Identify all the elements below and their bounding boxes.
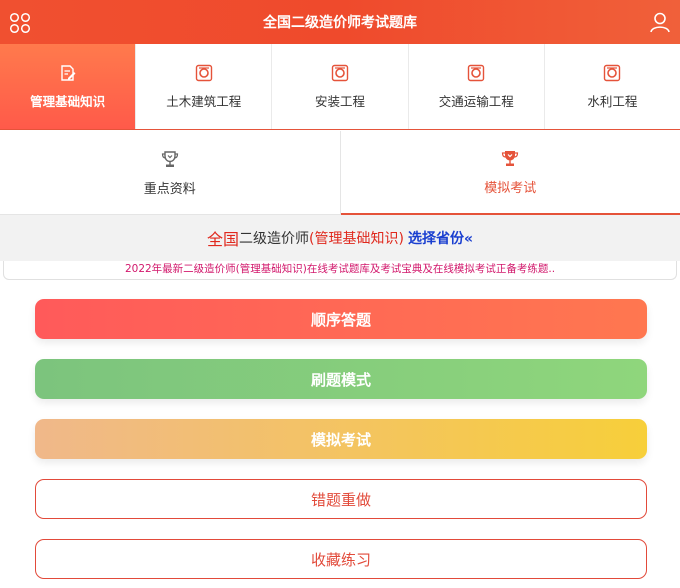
tab-installation[interactable]: 安装工程 [272, 44, 409, 129]
tab-water-conservancy[interactable]: 水利工程 [545, 44, 680, 129]
tab-label: 土木建筑工程 [166, 93, 242, 109]
page-title: 全国二级造价师考试题库 [263, 15, 417, 31]
tab-label: 安装工程 [315, 93, 366, 109]
tab-label: 重点资料 [143, 181, 196, 197]
tab-mock-exam[interactable]: 模拟考试 [340, 131, 680, 215]
choose-province-link[interactable]: 选择省份« [408, 228, 473, 248]
practice-mode-button[interactable]: 刷题模式 [35, 359, 647, 399]
tab-label: 管理基础知识 [30, 93, 106, 109]
top-header: 全国二级造价师考试题库 [0, 0, 680, 44]
tab-label: 模拟考试 [484, 181, 537, 196]
grid-menu-icon[interactable] [9, 12, 31, 34]
favorites-practice-button[interactable]: 收藏练习 [35, 539, 647, 579]
trophy-icon [502, 151, 519, 166]
tab-civil-engineering[interactable]: 土木建筑工程 [136, 44, 273, 129]
exam-subject: (管理基础知识) [309, 231, 404, 247]
exam-scope: 全国 [207, 230, 240, 249]
exam-name: 二级造价师 [239, 231, 310, 247]
trophy-icon [161, 150, 178, 167]
sequential-answer-button[interactable]: 顺序答题 [35, 299, 647, 339]
tab-management-basics[interactable]: 管理基础知识 [0, 44, 137, 129]
record-icon [195, 64, 212, 81]
record-icon [468, 64, 485, 81]
mock-exam-button[interactable]: 模拟考试 [35, 419, 647, 459]
mode-tabs: 重点资料 模拟考试 [0, 131, 680, 215]
notice-text: 2022年最新二级造价师(管理基础知识)在线考试题库及考试宝典及在线模拟考试正备… [3, 261, 677, 280]
redo-wrong-button[interactable]: 错题重做 [35, 479, 647, 519]
subject-tabs: 管理基础知识 土木建筑工程 安装工程 交通运输工程 水利工程 [0, 44, 680, 130]
exam-title-bar: 全国 二级造价师 (管理基础知识) 选择省份« [0, 215, 680, 261]
edit-document-icon [60, 64, 76, 81]
tab-transportation[interactable]: 交通运输工程 [409, 44, 545, 129]
record-icon [331, 64, 349, 81]
record-icon [604, 64, 621, 81]
user-icon[interactable] [649, 11, 671, 33]
tab-key-materials[interactable]: 重点资料 [0, 131, 341, 215]
tab-label: 交通运输工程 [438, 93, 514, 109]
tab-label: 水利工程 [587, 93, 638, 109]
